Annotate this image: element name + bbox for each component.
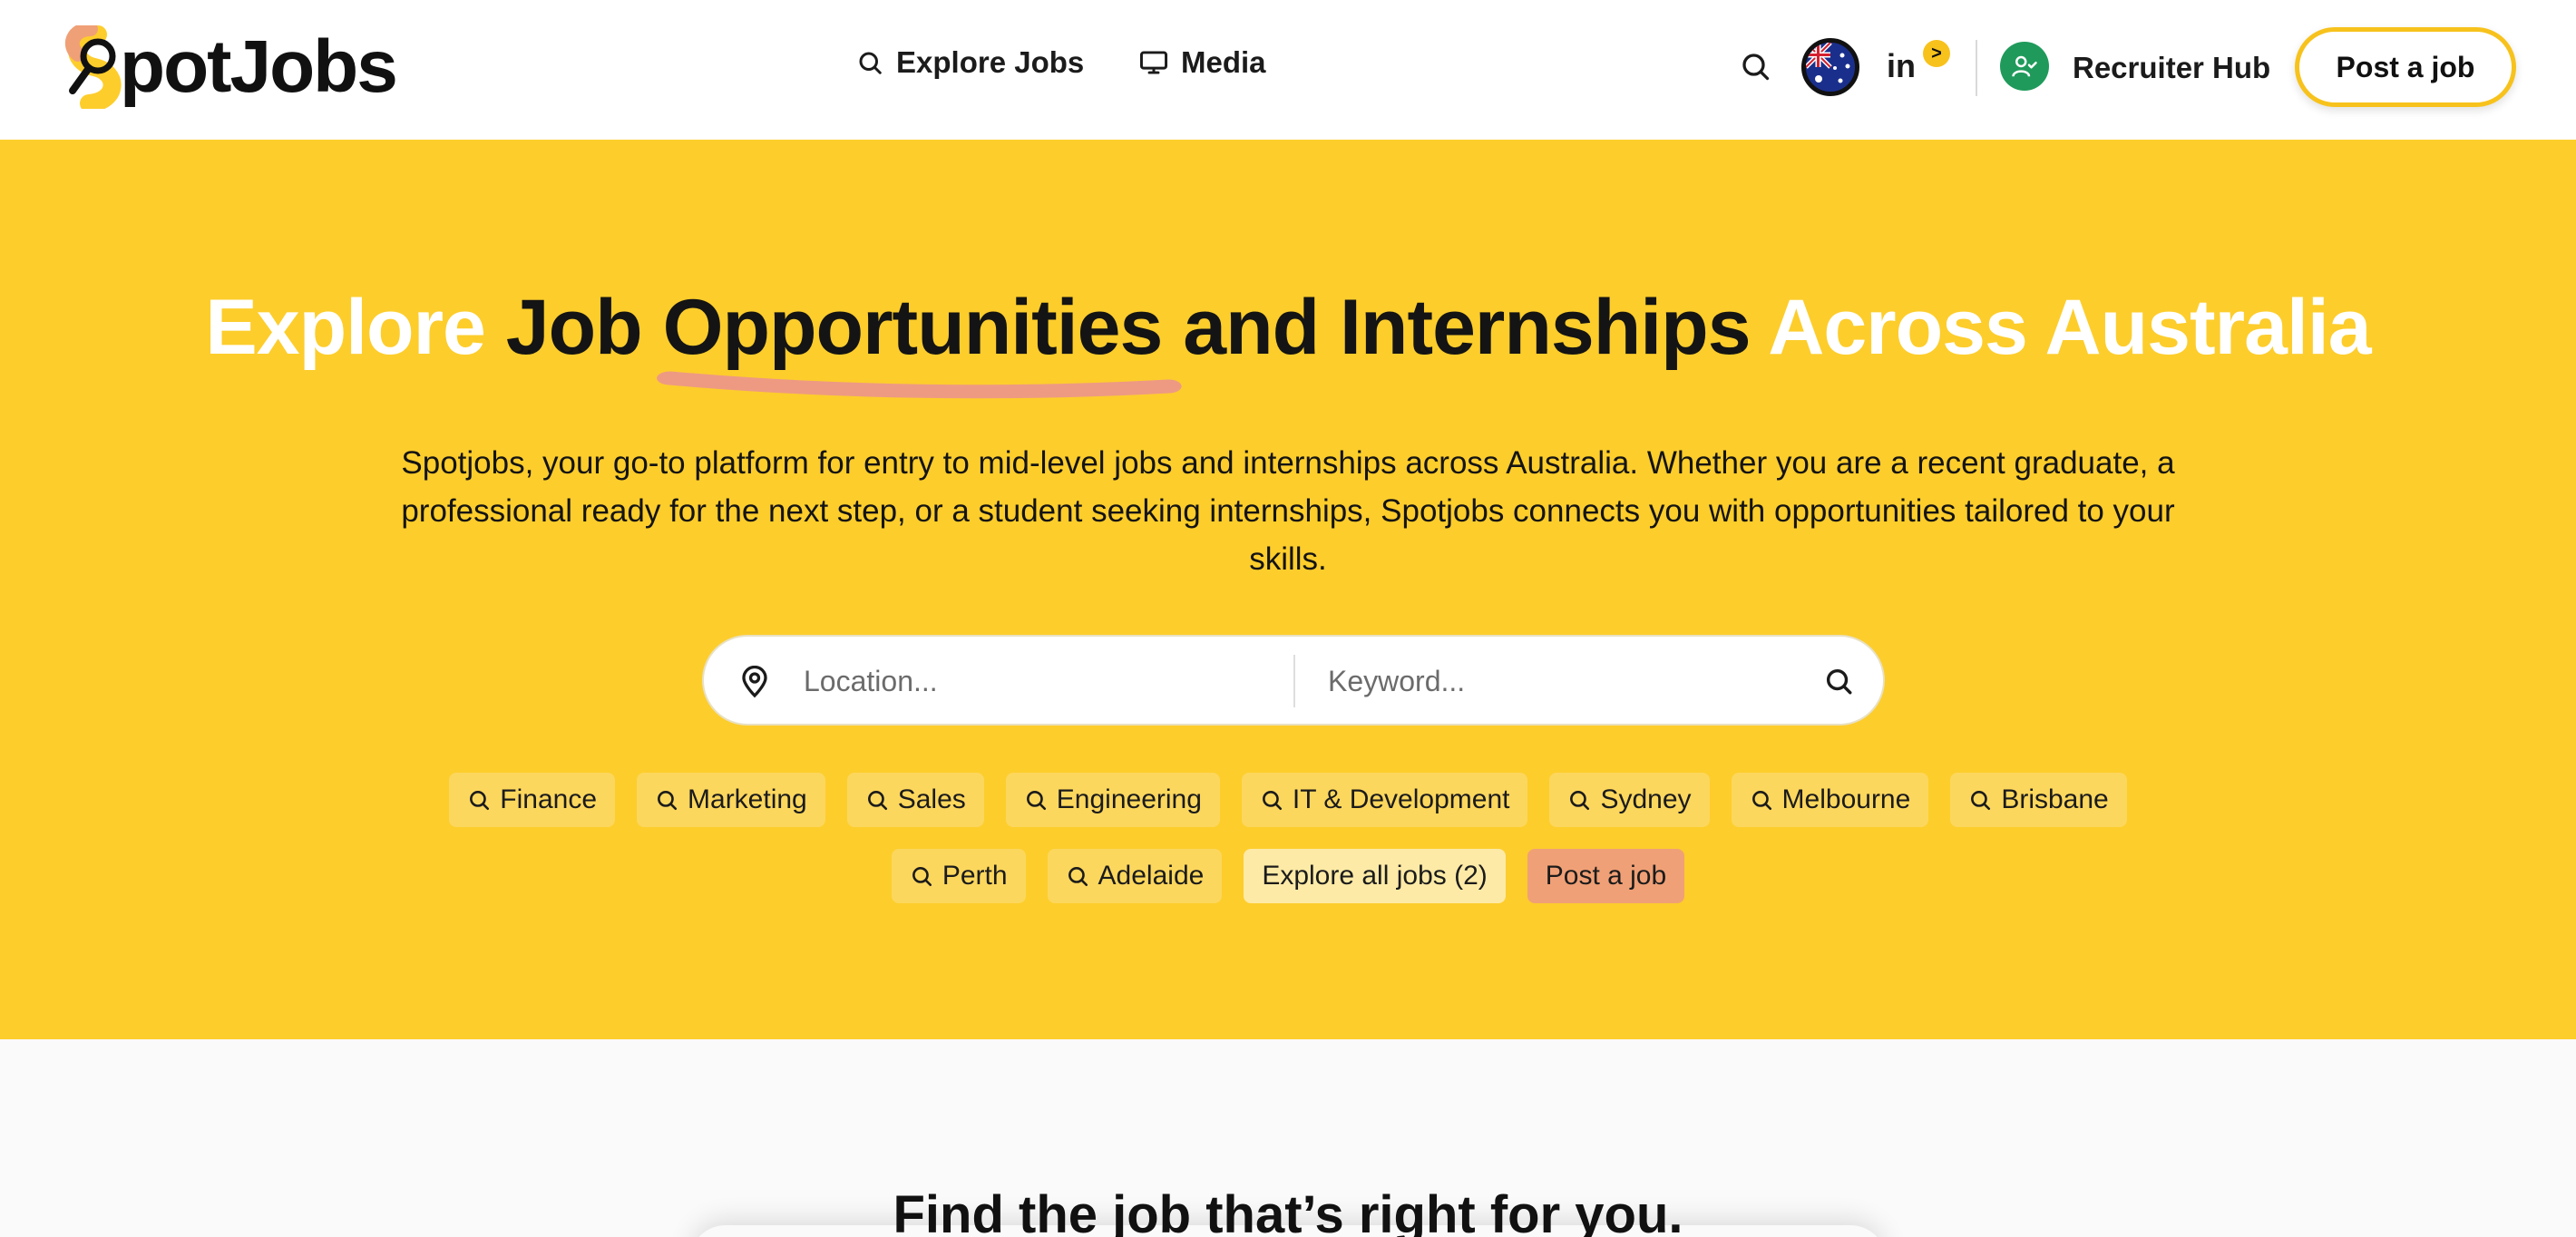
tag-label: Sales xyxy=(897,784,966,814)
tag-sales[interactable]: Sales xyxy=(846,773,984,827)
nav-media[interactable]: Media xyxy=(1139,45,1266,80)
site-header: potJobs Explore Jobs Media in > Recruite… xyxy=(0,0,2576,140)
nav-explore-jobs[interactable]: Explore Jobs xyxy=(856,45,1084,80)
headline-opportunities: Opportunities xyxy=(656,284,1182,398)
tag-label: IT & Development xyxy=(1292,784,1510,814)
search-icon xyxy=(1068,867,1088,887)
find-job-section: Find the job that’s right for you. xyxy=(0,1039,2576,1237)
header-divider xyxy=(1976,40,1977,96)
tag-perth[interactable]: Perth xyxy=(891,849,1026,903)
hero-description: Spotjobs, your go-to platform for entry … xyxy=(401,445,2175,577)
search-icon xyxy=(1751,791,1771,811)
search-icon[interactable] xyxy=(1739,50,1771,83)
headline-job: Job xyxy=(505,284,643,371)
nav-media-label: Media xyxy=(1181,45,1266,79)
linkedin-icon[interactable]: in xyxy=(1887,47,1916,85)
search-icon xyxy=(1570,791,1590,811)
explore-all-jobs-tag[interactable]: Explore all jobs (2) xyxy=(1244,849,1506,903)
search-icon xyxy=(470,791,490,811)
tag-melbourne[interactable]: Melbourne xyxy=(1731,773,1929,827)
quick-search-tags-row2: Perth Adelaide Explore all jobs (2) Post… xyxy=(0,849,2576,903)
tag-brisbane[interactable]: Brisbane xyxy=(1950,773,2127,827)
post-job-button[interactable]: Post a job xyxy=(2295,27,2516,107)
search-icon xyxy=(1026,791,1046,811)
section-title: Find the job that’s right for you. xyxy=(893,1185,1683,1237)
quick-search-tags-row1: Finance Marketing Sales Engineering IT &… xyxy=(0,773,2576,827)
job-search-bar xyxy=(702,635,1885,726)
tag-label: Sydney xyxy=(1600,784,1692,814)
search-divider xyxy=(1293,655,1295,707)
search-icon[interactable] xyxy=(1823,666,1854,696)
tag-label: Finance xyxy=(500,784,598,814)
headline-australia: Across Australia xyxy=(1768,284,2371,371)
search-icon xyxy=(867,791,887,811)
tag-adelaide[interactable]: Adelaide xyxy=(1047,849,1223,903)
tag-label: Brisbane xyxy=(2001,784,2109,814)
tag-sydney[interactable]: Sydney xyxy=(1549,773,1710,827)
nav-explore-label: Explore Jobs xyxy=(896,45,1085,79)
search-icon xyxy=(912,867,932,887)
keyword-input[interactable] xyxy=(1328,649,1763,713)
location-input[interactable] xyxy=(804,649,1257,713)
logo-magnifier-icon xyxy=(63,22,123,112)
tag-label: Adelaide xyxy=(1098,861,1205,891)
tag-it-development[interactable]: IT & Development xyxy=(1241,773,1528,827)
recruiter-hub-link[interactable]: Recruiter Hub xyxy=(2073,51,2270,85)
logo-text: potJobs xyxy=(120,25,398,108)
headline-internships: and Internships xyxy=(1183,284,1751,371)
hero-headline: Explore Job Opportunities and Internship… xyxy=(0,284,2576,398)
tag-label: Engineering xyxy=(1056,784,1202,814)
headline-opportunities-text: Opportunities xyxy=(662,284,1164,371)
notification-badge[interactable]: > xyxy=(1923,40,1950,67)
monitor-icon xyxy=(1139,51,1168,74)
hero-section: Explore Job Opportunities and Internship… xyxy=(0,140,2576,1039)
underline-stroke xyxy=(656,371,1182,398)
search-icon xyxy=(1971,791,1991,811)
headline-explore: Explore xyxy=(205,284,485,371)
location-pin-icon xyxy=(742,666,767,698)
tag-label: Marketing xyxy=(688,784,807,814)
post-job-tag[interactable]: Post a job xyxy=(1527,849,1685,903)
tag-label: Melbourne xyxy=(1781,784,1911,814)
tag-finance[interactable]: Finance xyxy=(449,773,616,827)
user-check-icon[interactable] xyxy=(2000,42,2049,91)
search-icon xyxy=(859,52,882,74)
tag-engineering[interactable]: Engineering xyxy=(1005,773,1220,827)
australia-flag-icon[interactable] xyxy=(1801,38,1859,96)
search-icon xyxy=(658,791,678,811)
spotjobs-logo[interactable]: potJobs xyxy=(63,22,398,112)
tag-marketing[interactable]: Marketing xyxy=(637,773,825,827)
tag-label: Perth xyxy=(942,861,1008,891)
search-icon xyxy=(1262,791,1282,811)
